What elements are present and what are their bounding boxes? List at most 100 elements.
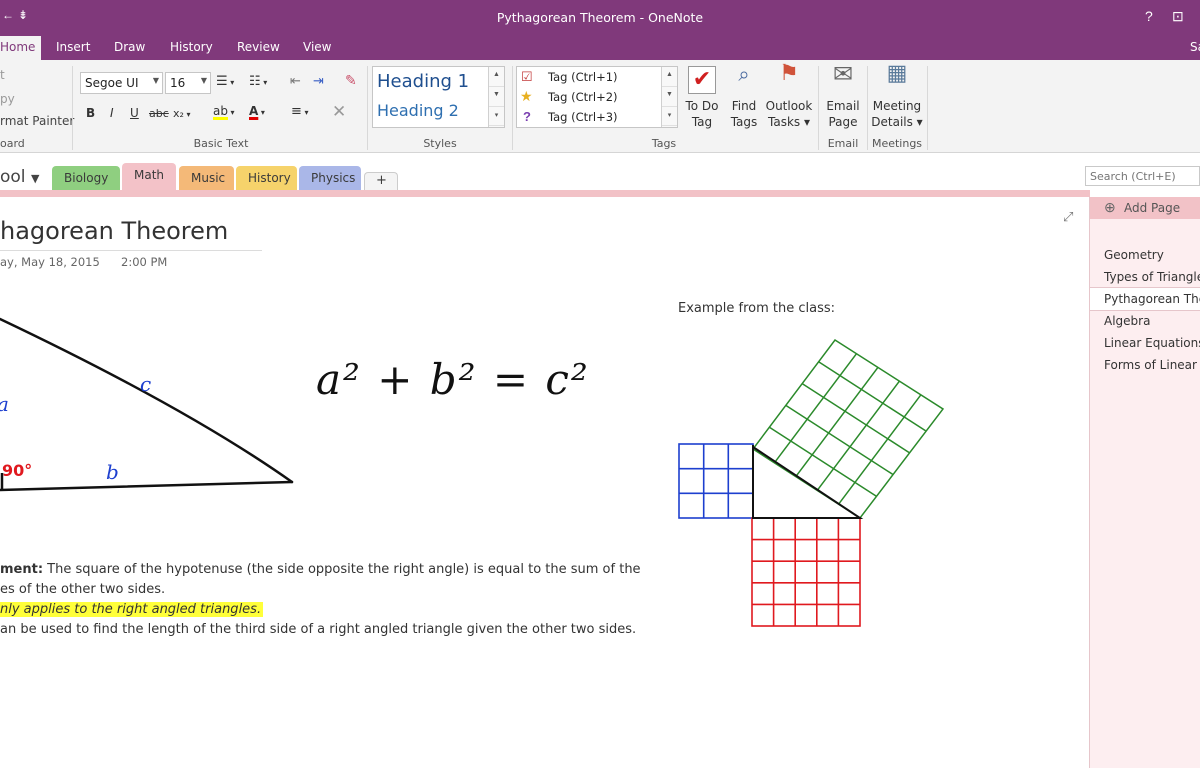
star-icon: ★ — [520, 88, 533, 104]
title-bar: ← ⇟ Pythagorean Theorem - OneNote ? ⊡ — [0, 0, 1200, 36]
italic-button[interactable]: I — [110, 106, 114, 120]
tab-insert[interactable]: Insert — [56, 40, 90, 60]
style-heading-1[interactable]: Heading 1 — [377, 71, 469, 92]
green-square — [751, 338, 945, 520]
example-label[interactable]: Example from the class: — [678, 301, 835, 316]
email-page-button[interactable]: ✉ Email Page — [823, 60, 863, 130]
clear-formatting-icon[interactable]: ✎ — [345, 73, 357, 89]
tag-item-3[interactable]: Tag (Ctrl+3) — [548, 110, 618, 124]
usage-note[interactable]: an be used to find the length of the thi… — [0, 622, 636, 637]
title-underline — [0, 250, 262, 251]
section-tab-math[interactable]: Math — [122, 163, 176, 191]
section-tab-physics[interactable]: Physics — [299, 166, 361, 190]
tab-history[interactable]: History — [170, 40, 213, 60]
email-group-label: Email — [827, 137, 859, 150]
bold-button[interactable]: B — [86, 106, 95, 120]
subscript-button[interactable]: x₂ ▾ — [173, 107, 190, 120]
page-item-linear-equations[interactable]: Linear Equations — [1104, 336, 1200, 350]
page-item-geometry[interactable]: Geometry — [1104, 248, 1164, 262]
highlighted-note[interactable]: nly applies to the right angled triangle… — [0, 602, 264, 617]
cut-button[interactable]: t — [0, 68, 5, 82]
side-b-label: b — [106, 460, 119, 484]
page-title[interactable]: hagorean Theorem — [0, 217, 228, 245]
font-size-combo[interactable]: 16 ▼ — [165, 72, 211, 94]
separator — [927, 66, 928, 150]
bullets-button[interactable]: ☰ ▾ — [216, 74, 234, 89]
styles-group-label: Styles — [423, 137, 457, 150]
todo-checkbox-icon: ☑ — [521, 69, 533, 84]
format-painter-button[interactable]: rmat Painter — [0, 114, 74, 128]
align-button[interactable]: ≡ ▾ — [291, 104, 308, 119]
calendar-icon: ▦ — [886, 61, 908, 86]
window-title: Pythagorean Theorem - OneNote — [496, 10, 704, 25]
question-icon: ? — [523, 109, 531, 124]
find-tags-icon: ⌕ — [738, 62, 750, 86]
basic-text-group-label: Basic Text — [193, 137, 249, 150]
hypotenuse-stroke — [0, 317, 294, 484]
page-canvas[interactable]: ⤢ hagorean Theorem ay, May 18, 2015 2:00… — [0, 197, 1089, 768]
highlight-color-button[interactable]: ab ▾ — [213, 104, 235, 118]
tags-gallery-scroll[interactable]: ▲ ▼ ▾ — [661, 67, 677, 127]
copy-button[interactable]: py — [0, 92, 15, 106]
section-tab-biology[interactable]: Biology — [52, 166, 120, 190]
page-item-algebra[interactable]: Algebra — [1104, 314, 1150, 328]
page-time: 2:00 PM — [121, 255, 168, 269]
increase-indent-button[interactable]: ⇥ — [313, 74, 324, 89]
style-heading-2[interactable]: Heading 2 — [377, 101, 459, 120]
decrease-indent-button[interactable]: ⇤ — [290, 74, 301, 89]
page-item-forms-of-linear-eq[interactable]: Forms of Linear Eq — [1104, 358, 1200, 372]
add-page-label[interactable]: Add Page — [1124, 201, 1180, 215]
add-page-bar[interactable]: ⊕ Add Page — [1090, 197, 1200, 219]
envelope-icon: ✉ — [832, 60, 854, 88]
numbering-button[interactable]: ☷ ▾ — [249, 74, 267, 89]
statement-line-1[interactable]: ment: The square of the hypotenuse (the … — [0, 562, 641, 577]
clipboard-group-label: oard — [0, 137, 25, 150]
add-page-icon: ⊕ — [1104, 199, 1116, 215]
todo-tag-button[interactable]: ✔ To Do Tag — [682, 66, 722, 130]
restore-icon[interactable]: ⊡ — [1172, 8, 1184, 25]
pythagorean-formula[interactable]: a² + b² = c² — [316, 355, 590, 404]
base-stroke — [0, 480, 294, 492]
todo-tag-icon: ✔ — [688, 66, 716, 94]
font-color-button[interactable]: A ▾ — [249, 104, 265, 118]
font-name-combo[interactable]: Segoe UI ▼ — [80, 72, 163, 94]
styles-gallery-scroll[interactable]: ▲ ▼ ▾ — [488, 67, 504, 127]
strikethrough-button[interactable]: abc — [149, 107, 169, 120]
pages-pane: ⊕ Add Page Geometry Types of Triangles P… — [1089, 197, 1200, 768]
side-a-label: a — [0, 392, 9, 416]
tab-home[interactable]: Home — [0, 36, 41, 60]
expand-icon[interactable]: ⤢ — [1063, 209, 1073, 225]
separator — [367, 66, 368, 150]
tags-group-label: Tags — [651, 137, 677, 150]
search-box[interactable] — [1085, 166, 1200, 186]
user-name[interactable]: Sa — [1190, 40, 1200, 60]
statement-line-2[interactable]: es of the other two sides. — [0, 582, 165, 597]
delete-icon[interactable]: ✕ — [332, 102, 346, 122]
find-tags-button[interactable]: ⌕ Find Tags — [726, 62, 762, 130]
section-color-strip — [0, 190, 1090, 197]
tab-review[interactable]: Review — [237, 40, 280, 60]
page-item-pythagorean-theorem[interactable]: Pythagorean Theo — [1104, 292, 1200, 306]
notebook-picker[interactable]: ool ▼ — [0, 167, 39, 187]
page-item-types-of-triangles[interactable]: Types of Triangles — [1104, 270, 1200, 284]
section-tab-music[interactable]: Music — [179, 166, 234, 190]
add-section-button[interactable]: + — [364, 172, 398, 190]
tag-item-1[interactable]: Tag (Ctrl+1) — [548, 70, 618, 84]
meeting-details-button[interactable]: ▦ Meeting Details ▾ — [870, 61, 924, 130]
ribbon: t py rmat Painter oard Segoe UI ▼ 16 ▼ ☰ ▾… — [0, 60, 1200, 153]
squares-diagram[interactable] — [670, 337, 955, 637]
search-input[interactable] — [1086, 167, 1198, 185]
side-c-label: c — [140, 372, 152, 396]
separator — [867, 66, 868, 150]
tags-gallery[interactable]: ☑ Tag (Ctrl+1) ★ Tag (Ctrl+2) ? Tag (Ctr… — [516, 66, 678, 128]
underline-button[interactable]: U — [130, 106, 139, 120]
styles-gallery[interactable]: Heading 1 Heading 2 ▲ ▼ ▾ — [372, 66, 505, 128]
help-icon[interactable]: ? — [1145, 8, 1153, 24]
triangle-drawing[interactable] — [0, 297, 320, 507]
section-tab-history[interactable]: History — [236, 166, 297, 190]
tab-view[interactable]: View — [303, 40, 331, 60]
tag-item-2[interactable]: Tag (Ctrl+2) — [548, 90, 618, 104]
outlook-tasks-button[interactable]: ⚑ Outlook Tasks ▾ — [764, 63, 814, 130]
meetings-group-label: Meetings — [871, 137, 923, 150]
tab-draw[interactable]: Draw — [114, 40, 145, 60]
